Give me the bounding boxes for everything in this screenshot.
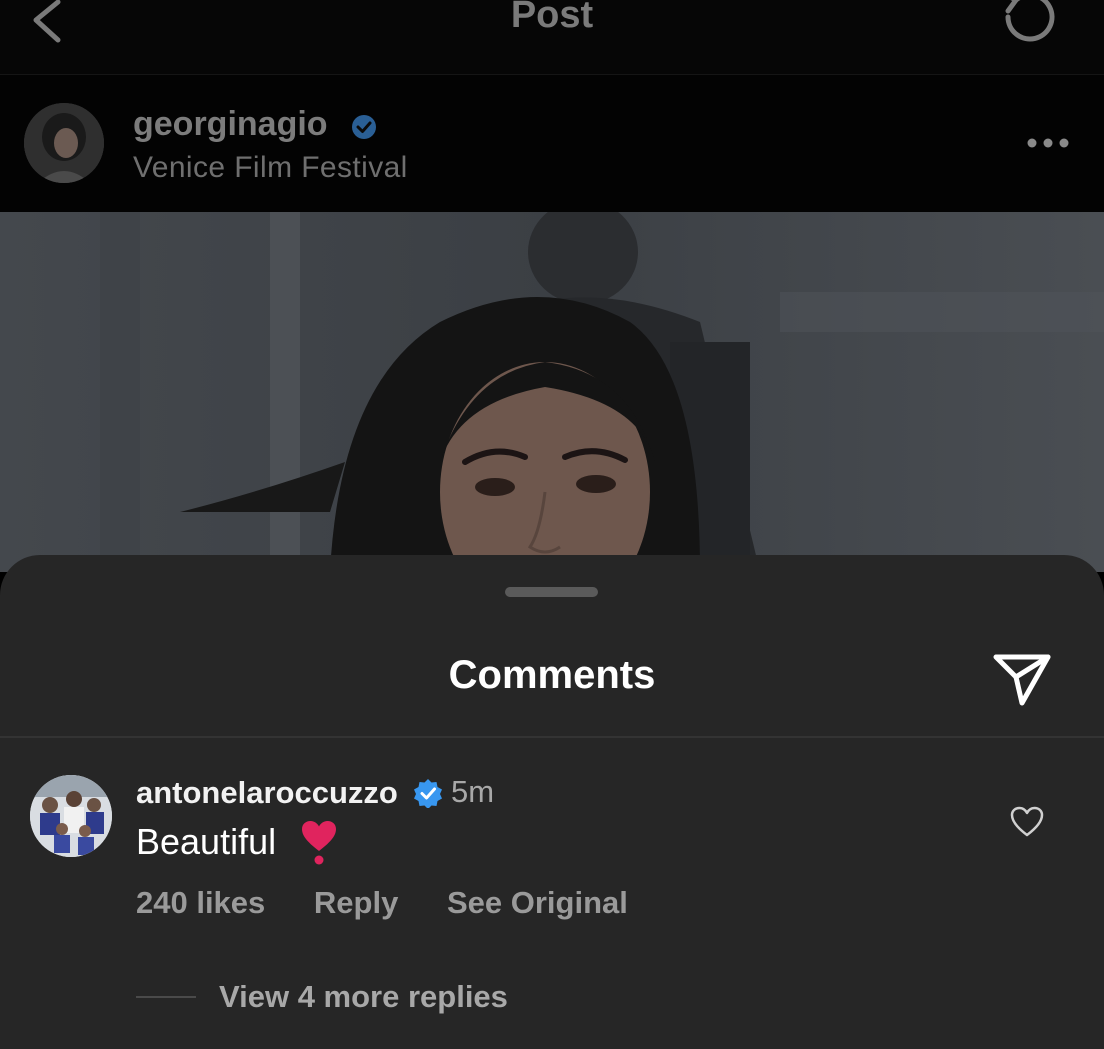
post-header: georginagio Venice Film Festival (0, 75, 1104, 212)
verified-badge-icon (352, 115, 376, 139)
comment-text: Beautiful (136, 821, 277, 862)
post-location[interactable]: Venice Film Festival (133, 151, 408, 185)
heart-exclamation-icon (302, 821, 336, 865)
more-horizontal-icon[interactable] (1026, 137, 1070, 149)
top-nav-bar: Post (0, 0, 1104, 75)
commenter-avatar[interactable] (30, 775, 112, 857)
reply-button[interactable]: Reply (314, 885, 398, 920)
divider (0, 736, 1104, 738)
commenter-username[interactable]: antonelaroccuzzo (136, 775, 398, 811)
like-comment-button[interactable] (1010, 806, 1044, 838)
sheet-drag-handle[interactable] (505, 587, 598, 597)
comments-title: Comments (448, 653, 656, 697)
send-icon (993, 654, 1051, 706)
profile-photo (30, 775, 112, 857)
verified-badge-icon (414, 779, 442, 808)
refresh-button[interactable] (994, 0, 1056, 48)
photo-illustration (0, 212, 1104, 572)
refresh-icon (1005, 0, 1055, 42)
comments-sheet: Comments antonelaroccuzzo 5m Beautiful 2… (0, 555, 1104, 1049)
likes-count[interactable]: 240 likes (136, 885, 265, 920)
share-button[interactable] (992, 651, 1052, 707)
post-photo[interactable] (0, 212, 1104, 572)
comment-actions: 240 likes Reply See Original (136, 885, 668, 921)
see-original-button[interactable]: See Original (447, 885, 628, 920)
profile-photo (24, 103, 104, 183)
view-more-replies-button[interactable]: View 4 more replies (219, 979, 508, 1015)
replies-divider (136, 996, 196, 998)
page-title: Post (510, 0, 594, 36)
heart-outline-icon (1010, 806, 1044, 837)
avatar[interactable] (24, 103, 104, 183)
post-username[interactable]: georginagio (133, 105, 328, 144)
comment-timestamp: 5m (451, 774, 495, 809)
